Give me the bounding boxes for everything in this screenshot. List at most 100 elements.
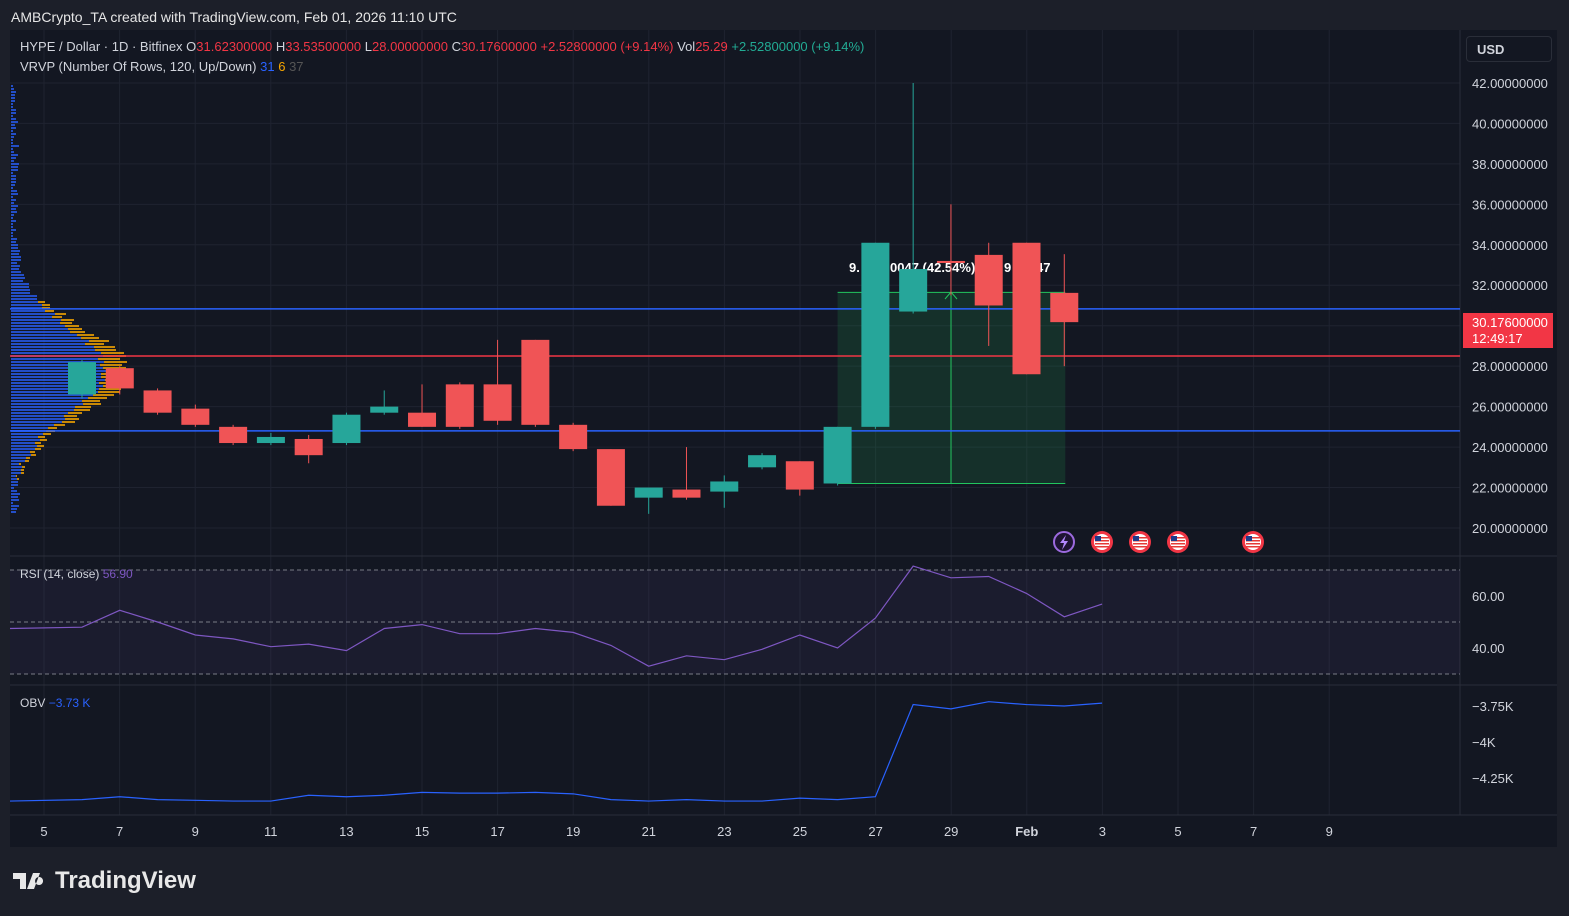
obv-value: −3.73 K — [49, 696, 91, 710]
vrvp-bar — [11, 469, 21, 471]
lightning-icon — [1054, 532, 1074, 552]
candle-body — [68, 362, 96, 394]
volume-value: 25.29 — [695, 39, 728, 54]
candle-body — [257, 437, 285, 443]
vrvp-bar-down — [19, 463, 21, 465]
price-tick: 20.00000000 — [1472, 521, 1548, 536]
vrvp-bar — [11, 289, 30, 291]
candle-body — [786, 461, 814, 489]
candle-body — [219, 427, 247, 443]
candle — [68, 360, 96, 398]
vrvp-bar-down — [35, 448, 41, 450]
candle-body — [408, 413, 436, 427]
candle — [824, 427, 852, 486]
vrvp-bar — [11, 88, 14, 90]
time-tick: 13 — [339, 824, 353, 839]
candle — [144, 388, 172, 414]
vrvp-bar — [11, 439, 40, 441]
vrvp-bar — [11, 229, 16, 231]
vrvp-bar — [11, 406, 75, 408]
time-tick: 11 — [264, 824, 278, 839]
candle-body — [295, 439, 323, 455]
candle-body — [370, 407, 398, 413]
vrvp-bar — [11, 199, 16, 201]
vrvp-bar — [11, 397, 88, 399]
candle-body — [899, 269, 927, 311]
vrvp-bar — [11, 310, 45, 312]
candle-body — [861, 243, 889, 427]
candle-body — [824, 427, 852, 484]
vrvp-bar-down — [94, 346, 115, 348]
candle — [219, 425, 247, 445]
brand-name: TradingView — [55, 867, 196, 895]
vrvp-bar-down — [62, 421, 75, 423]
vrvp-bar-down — [35, 442, 41, 444]
flag-canton — [1095, 536, 1101, 541]
vrvp-bar-down — [101, 352, 124, 354]
symbol-name[interactable]: HYPE / Dollar · 1D · Bitfinex — [20, 39, 183, 54]
candle-body — [710, 481, 738, 491]
vrvp-bar — [11, 106, 13, 108]
price-tick: 34.00000000 — [1472, 238, 1548, 253]
vrvp-bar-down — [38, 301, 45, 303]
candle-body — [521, 340, 549, 425]
vrvp-bar — [11, 253, 19, 255]
vrvp-bar-down — [98, 358, 120, 360]
vrvp-bar — [11, 424, 54, 426]
chart-canvas[interactable]: 9. 0047 (42.54%) 9 4742.0000000040.00000000… — [0, 0, 1569, 916]
vrvp-bar — [11, 451, 30, 453]
price-tick: 26.00000000 — [1472, 400, 1548, 415]
candle — [748, 453, 776, 469]
candle-body — [1013, 243, 1041, 374]
candle — [521, 340, 549, 427]
vrvp-bar — [11, 214, 14, 216]
obv-tick: −4.25K — [1472, 771, 1514, 786]
flag-stripe — [1246, 543, 1260, 545]
vrvp-bar — [11, 484, 18, 486]
candle-body — [975, 255, 1003, 306]
vrvp-bar — [11, 142, 13, 144]
vrvp-bar-down — [37, 445, 44, 447]
price-tick: 38.00000000 — [1472, 157, 1548, 172]
vrvp-bar-down — [68, 328, 82, 330]
vrvp-bar — [11, 280, 23, 282]
time-tick: 19 — [566, 824, 580, 839]
vrvp-bar — [11, 250, 20, 252]
vrvp-bar — [11, 409, 74, 411]
us-flag-icon — [1129, 531, 1151, 553]
vrvp-bar — [11, 292, 30, 294]
candle-body — [672, 490, 700, 498]
vrvp-legend[interactable]: VRVP (Number Of Rows, 120, Up/Down) 31 6… — [20, 59, 304, 74]
vrvp-bar-down — [93, 394, 114, 396]
vrvp-bar — [11, 94, 15, 96]
vrvp-bar — [11, 220, 16, 222]
vrvp-bar — [11, 241, 16, 243]
vrvp-bar-down — [74, 409, 90, 411]
vrvp-bar-down — [21, 472, 24, 474]
vrvp-bar — [11, 319, 61, 321]
close-value: 30.17600000 — [461, 39, 537, 54]
rsi-legend[interactable]: RSI (14, close) 56.90 — [20, 567, 133, 581]
vrvp-bar — [11, 190, 17, 192]
vrvp-bar-down — [65, 325, 79, 327]
vrvp-bar — [11, 493, 20, 495]
vrvp-bar-down — [38, 436, 45, 438]
vrvp-bar — [11, 313, 55, 315]
tradingview-logo[interactable]: TradingView — [13, 867, 196, 895]
candle — [559, 423, 587, 451]
vrvp-down: 6 — [278, 59, 285, 74]
candle — [408, 384, 436, 426]
obv-legend[interactable]: OBV −3.73 K — [20, 696, 90, 710]
vrvp-bar-down — [85, 343, 104, 345]
candle-body — [748, 455, 776, 467]
vrvp-bar — [11, 304, 42, 306]
vrvp-total: 37 — [289, 59, 303, 74]
currency-button[interactable]: USD — [1466, 36, 1552, 62]
candle — [106, 366, 134, 394]
time-tick: 9 — [1326, 824, 1333, 839]
rsi-tick: 60.00 — [1472, 589, 1505, 604]
vrvp-bar — [11, 115, 13, 117]
vrvp-up: 31 — [260, 59, 274, 74]
price-tick: 22.00000000 — [1472, 481, 1548, 496]
time-tick: 3 — [1099, 824, 1106, 839]
